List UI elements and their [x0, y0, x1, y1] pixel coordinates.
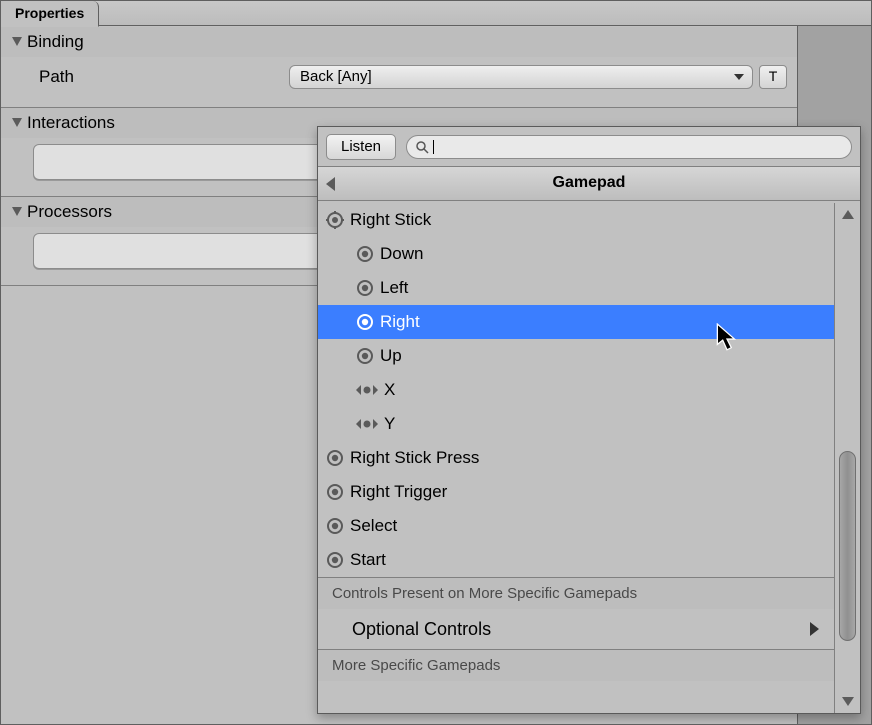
tree-item-label: Start	[350, 550, 386, 570]
radio-icon	[356, 347, 374, 365]
radio-icon	[326, 517, 344, 535]
foldout-icon	[11, 36, 23, 48]
popup-breadcrumb-bar: Gamepad	[318, 167, 860, 201]
path-row: Path Back [Any] T	[11, 63, 787, 91]
group-row-label: Optional Controls	[352, 619, 491, 640]
tree-item[interactable]: Right	[318, 305, 834, 339]
scrollbar-down[interactable]	[835, 689, 860, 713]
axis-icon	[356, 417, 378, 431]
scrollbar-up[interactable]	[835, 203, 860, 227]
stick-icon	[326, 211, 344, 229]
back-icon[interactable]	[326, 177, 336, 191]
tree-item-label: Right Stick Press	[350, 448, 479, 468]
section-title: Processors	[27, 202, 112, 222]
popup-list[interactable]: Right Stick Down Left Right Up XY Right Stick …	[318, 203, 834, 713]
popup-breadcrumb: Gamepad	[553, 174, 626, 191]
radio-icon	[356, 279, 374, 297]
tab-properties[interactable]: Properties	[1, 1, 99, 27]
group-header: More Specific Gamepads	[318, 649, 834, 681]
control-picker-popup: Listen Gamepad Right Stick Down Left Right U…	[317, 126, 861, 714]
scrollbar-thumb[interactable]	[839, 451, 856, 641]
group-header: Controls Present on More Specific Gamepa…	[318, 577, 834, 609]
tree-item-label: X	[384, 380, 395, 400]
properties-panel: Properties Binding Path Back [Any] T	[0, 0, 872, 725]
text-cursor	[433, 140, 434, 154]
tree-item[interactable]: Left	[318, 271, 834, 305]
tree-item-label: Down	[380, 244, 423, 264]
tree-item[interactable]: Right Trigger	[318, 475, 834, 509]
tree-item-label: Select	[350, 516, 397, 536]
tree-item-label: Left	[380, 278, 408, 298]
axis-icon	[356, 383, 378, 397]
tree-item[interactable]: Select	[318, 509, 834, 543]
chevron-right-icon	[810, 622, 820, 636]
radio-icon	[356, 313, 374, 331]
tree-item-label: Y	[384, 414, 395, 434]
tree-item[interactable]: Start	[318, 543, 834, 577]
path-t-button[interactable]: T	[759, 65, 787, 89]
radio-icon	[326, 551, 344, 569]
path-label: Path	[11, 67, 289, 87]
scrollbar[interactable]	[834, 203, 860, 713]
tree-item-label: Right Stick	[350, 210, 431, 230]
chevron-down-icon	[734, 72, 744, 82]
section-title: Binding	[27, 32, 84, 52]
tree-item-label: Up	[380, 346, 402, 366]
tab-strip: Properties	[1, 1, 871, 26]
radio-icon	[326, 449, 344, 467]
chevron-up-icon	[842, 210, 854, 220]
radio-icon	[356, 245, 374, 263]
tree-item-label: Right	[380, 312, 420, 332]
tree-item[interactable]: Up	[318, 339, 834, 373]
popup-toolbar: Listen	[318, 127, 860, 167]
radio-icon	[326, 483, 344, 501]
tree-item[interactable]: X	[318, 373, 834, 407]
tree-item-label: Right Trigger	[350, 482, 447, 502]
section-header-binding[interactable]: Binding	[1, 27, 797, 57]
tree-item[interactable]: Down	[318, 237, 834, 271]
chevron-down-icon	[842, 696, 854, 706]
path-value: Back [Any]	[300, 68, 372, 85]
section-title: Interactions	[27, 113, 115, 133]
group-row[interactable]: Optional Controls	[318, 609, 834, 649]
search-input[interactable]	[406, 135, 852, 159]
tree-item[interactable]: Right Stick Press	[318, 441, 834, 475]
tree-item[interactable]: Right Stick	[318, 203, 834, 237]
tree-item[interactable]: Y	[318, 407, 834, 441]
foldout-icon	[11, 117, 23, 129]
section-binding: Binding Path Back [Any] T	[1, 27, 797, 108]
path-dropdown[interactable]: Back [Any]	[289, 65, 753, 89]
foldout-icon	[11, 206, 23, 218]
search-icon	[415, 140, 429, 154]
listen-button[interactable]: Listen	[326, 134, 396, 160]
